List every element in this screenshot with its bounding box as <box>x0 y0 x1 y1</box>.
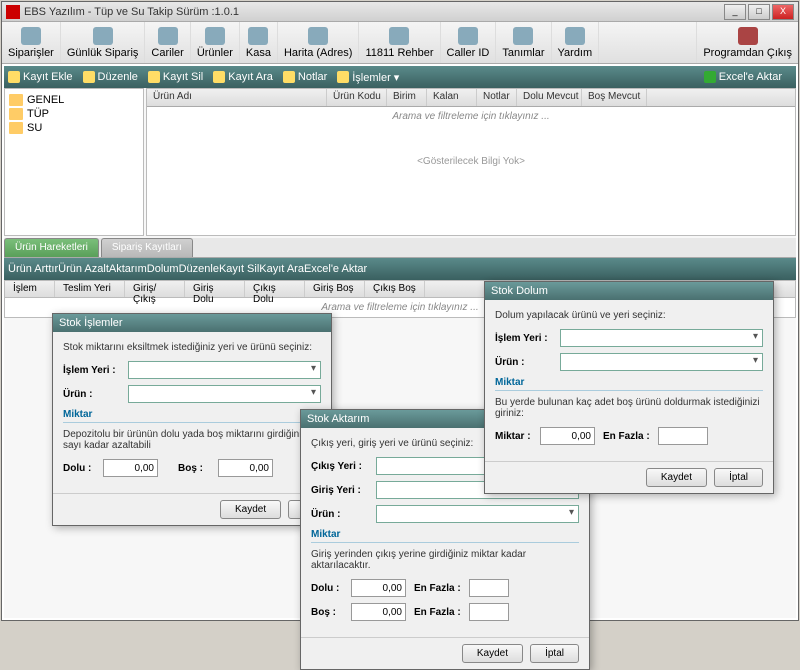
empty-message: <Gösterilecek Bilgi Yok> <box>147 126 795 197</box>
btn-notlar[interactable]: Notlar <box>283 71 327 83</box>
maximize-button[interactable]: □ <box>748 4 770 20</box>
col2-cikis-dolu[interactable]: Çıkış Dolu <box>245 281 305 297</box>
tb-gunluk-siparis[interactable]: Günlük Sipariş <box>61 22 146 63</box>
dialog-stok-dolum: Stok Dolum Dolum yapılacak ürünü ve yeri… <box>484 281 774 494</box>
col-bos-mevcut[interactable]: Boş Mevcut <box>582 89 647 106</box>
products-grid: Ürün Adı Ürün Kodu Birim Kalan Notlar Do… <box>146 88 796 236</box>
btn-kayit-ara-2[interactable]: Kayıt Ara <box>259 263 304 275</box>
tree-genel[interactable]: GENEL <box>9 93 139 107</box>
folder-icon <box>9 94 23 106</box>
col2-giris-bos[interactable]: Giriş Boş <box>305 281 365 297</box>
tree-su[interactable]: SU <box>9 121 139 135</box>
col2-teslim-yeri[interactable]: Teslim Yeri <box>55 281 125 297</box>
btn-duzenle[interactable]: Düzenle <box>83 71 138 83</box>
urun-combo-2[interactable] <box>376 505 579 523</box>
islem-yeri-combo[interactable] <box>128 361 321 379</box>
urun-combo[interactable] <box>128 385 321 403</box>
col-urun-kodu[interactable]: Ürün Kodu <box>327 89 387 106</box>
col2-giris-dolu[interactable]: Giriş Dolu <box>185 281 245 297</box>
col2-cikis-bos[interactable]: Çıkış Boş <box>365 281 425 297</box>
urun-combo-3[interactable] <box>560 353 763 371</box>
kaydet-button-2[interactable]: Kaydet <box>462 644 523 663</box>
btn-kayit-sil-2[interactable]: Kayıt Sil <box>219 263 259 275</box>
col-kalan[interactable]: Kalan <box>427 89 477 106</box>
window-title: EBS Yazılım - Tüp ve Su Takip Sürüm :1.0… <box>24 6 724 18</box>
enfazla-dolu[interactable] <box>469 579 509 597</box>
folder-icon <box>9 122 23 134</box>
tb-harita[interactable]: Harita (Adres) <box>278 22 359 63</box>
tb-rehber[interactable]: 11811 Rehber <box>359 22 440 63</box>
btn-aktarim[interactable]: Aktarım <box>109 263 147 275</box>
tb-kasa[interactable]: Kasa <box>240 22 278 63</box>
btn-kayit-ekle[interactable]: Kayıt Ekle <box>8 71 73 83</box>
folder-icon <box>9 108 23 120</box>
bos-input-2[interactable] <box>351 603 406 621</box>
tab-siparis-kayitlari[interactable]: Sipariş Kayıtları <box>101 238 193 257</box>
btn-duzenle-2[interactable]: Düzenle <box>179 263 219 275</box>
btn-urun-azalt[interactable]: Ürün Azalt <box>58 263 109 275</box>
dolu-input-2[interactable] <box>351 579 406 597</box>
kaydet-button[interactable]: Kaydet <box>220 500 281 519</box>
tb-cariler[interactable]: Cariler <box>145 22 190 63</box>
col-urun-adi[interactable]: Ürün Adı <box>147 89 327 106</box>
tb-yardim[interactable]: Yardım <box>552 22 600 63</box>
minimize-button[interactable]: _ <box>724 4 746 20</box>
sub-toolbar-1: Kayıt Ekle Düzenle Kayıt Sil Kayıt Ara N… <box>4 66 796 88</box>
btn-urun-arttir[interactable]: Ürün Arttır <box>8 263 58 275</box>
dolu-input[interactable] <box>103 459 158 477</box>
dialog-title: Stok Dolum <box>485 282 773 300</box>
titlebar: EBS Yazılım - Tüp ve Su Takip Sürüm :1.0… <box>2 2 798 22</box>
iptal-button-2[interactable]: İptal <box>530 644 579 663</box>
close-button[interactable]: X <box>772 4 794 20</box>
grid-header: Ürün Adı Ürün Kodu Birim Kalan Notlar Do… <box>147 89 795 107</box>
btn-excel-aktar-1[interactable]: Excel'e Aktar <box>704 71 782 83</box>
col-birim[interactable]: Birim <box>387 89 427 106</box>
iptal-button-3[interactable]: İptal <box>714 468 763 487</box>
dialog-stok-islemler: Stok İşlemler Stok miktarını eksiltmek i… <box>52 313 332 526</box>
enfazla-bos[interactable] <box>469 603 509 621</box>
btn-kayit-ara[interactable]: Kayıt Ara <box>213 71 273 83</box>
col-dolu-mevcut[interactable]: Dolu Mevcut <box>517 89 582 106</box>
col-notlar[interactable]: Notlar <box>477 89 517 106</box>
app-icon <box>6 5 20 19</box>
col2-islem[interactable]: İşlem <box>5 281 55 297</box>
main-toolbar: Siparişler Günlük Sipariş Cariler Ürünle… <box>2 22 798 64</box>
tb-exit[interactable]: Programdan Çıkış <box>696 22 798 63</box>
tb-tanimlar[interactable]: Tanımlar <box>496 22 551 63</box>
tb-callerid[interactable]: Caller ID <box>441 22 497 63</box>
bos-input[interactable] <box>218 459 273 477</box>
col2-giris-cikis[interactable]: Giriş/Çıkış <box>125 281 185 297</box>
kaydet-button-3[interactable]: Kaydet <box>646 468 707 487</box>
btn-kayit-sil[interactable]: Kayıt Sil <box>148 71 203 83</box>
tree-tup[interactable]: TÜP <box>9 107 139 121</box>
tab-urun-hareketleri[interactable]: Ürün Hareketleri <box>4 238 99 257</box>
category-tree: GENEL TÜP SU <box>4 88 144 236</box>
btn-islemler[interactable]: İşlemler ▾ <box>337 71 399 84</box>
tb-siparisler[interactable]: Siparişler <box>2 22 61 63</box>
detail-tabs: Ürün Hareketleri Sipariş Kayıtları <box>4 238 796 258</box>
tb-urunler[interactable]: Ürünler <box>191 22 240 63</box>
btn-excel-aktar-2[interactable]: Excel'e Aktar <box>304 263 367 275</box>
miktar-input[interactable] <box>540 427 595 445</box>
islem-yeri-combo-2[interactable] <box>560 329 763 347</box>
enfazla-input[interactable] <box>658 427 708 445</box>
sub-toolbar-2: Ürün Arttır Ürün Azalt Aktarım Dolum Düz… <box>4 258 796 280</box>
dialog-title: Stok İşlemler <box>53 314 331 332</box>
filter-row[interactable]: Arama ve filtreleme için tıklayınız ... <box>147 107 795 126</box>
btn-dolum[interactable]: Dolum <box>147 263 179 275</box>
